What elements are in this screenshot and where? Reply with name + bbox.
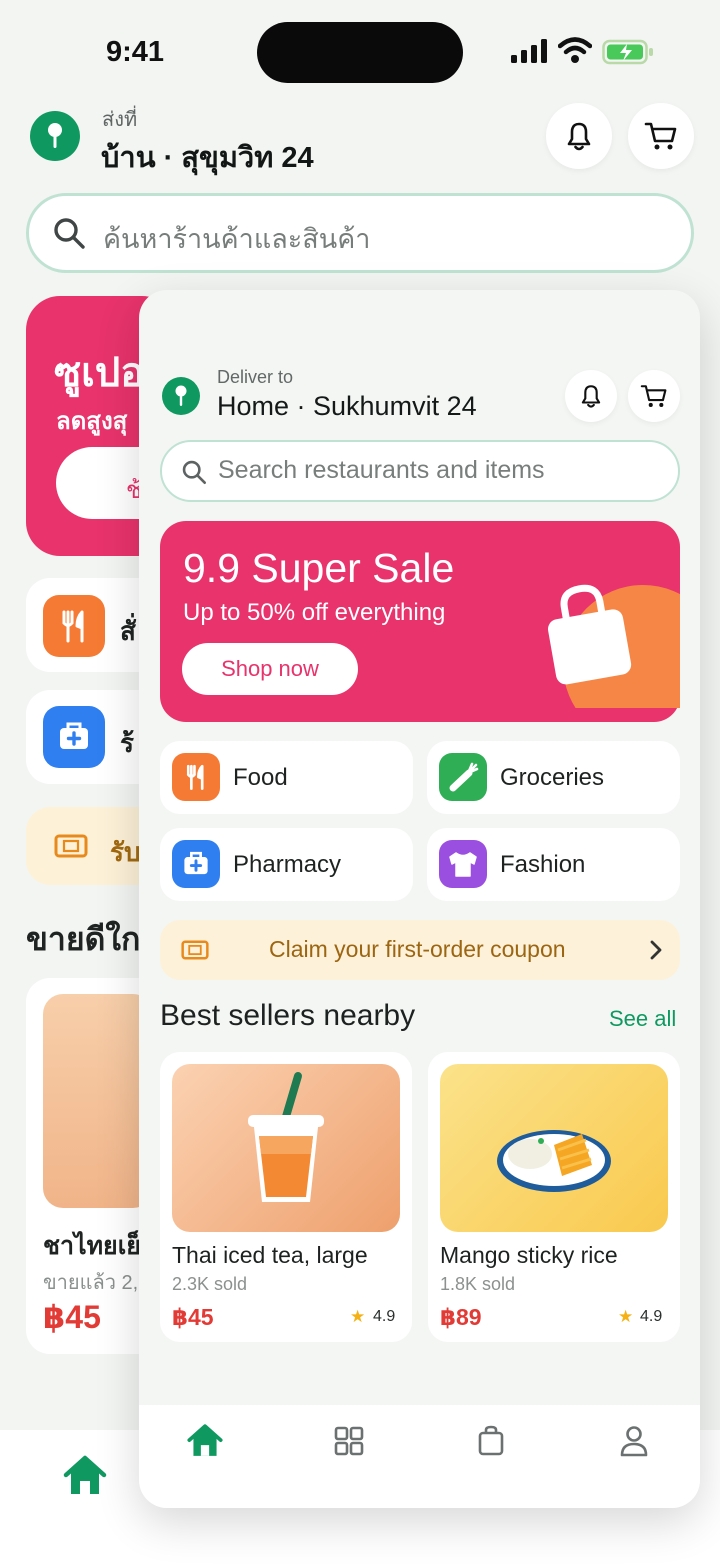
tshirt-icon [439, 840, 487, 888]
dynamic-island [257, 22, 463, 83]
bell-icon [567, 122, 591, 151]
star-icon: ★ [618, 1307, 634, 1326]
product-price: ฿89 [440, 1304, 482, 1330]
ticket-icon [181, 940, 209, 960]
iced-tea-icon [172, 1064, 400, 1232]
product-price: ฿45 [172, 1304, 214, 1330]
chevron-right-icon [650, 940, 662, 960]
carrot-icon [439, 753, 487, 801]
shop-now-button[interactable]: Shop now [182, 643, 358, 695]
category-label: สั่ [120, 616, 136, 646]
search-placeholder: ค้นหาร้านค้าและสินค้า [103, 224, 371, 254]
search-icon [182, 460, 207, 485]
banner-title: ซูเปอ [54, 351, 145, 395]
cart-button[interactable] [628, 103, 694, 169]
wifi-icon [558, 37, 592, 63]
location-pin-icon[interactable] [30, 111, 80, 161]
iced-tea-image [43, 994, 153, 1208]
home-icon[interactable] [62, 1454, 108, 1498]
grid-icon[interactable] [330, 1422, 368, 1460]
section-title: Best sellers nearby [160, 999, 416, 1032]
coupon-text: Claim your first-order coupon [269, 936, 566, 962]
product-name: ชาไทยเย็ [43, 1232, 141, 1260]
product-name: Thai iced tea, large [172, 1242, 368, 1268]
banner-title: 9.9 Super Sale [183, 545, 455, 591]
fork-knife-icon [172, 753, 220, 801]
cellular-signal-icon [511, 39, 547, 63]
search-placeholder: Search restaurants and items [218, 456, 545, 484]
star-icon: ★ [350, 1307, 366, 1326]
bell-icon [581, 385, 601, 408]
see-all-link[interactable]: See all [609, 1006, 676, 1032]
product-sold: 2.3K sold [172, 1274, 248, 1294]
notification-button[interactable] [565, 370, 617, 422]
medkit-icon [43, 706, 105, 768]
cart-icon [644, 122, 677, 150]
notification-button[interactable] [546, 103, 612, 169]
category-label: Pharmacy [233, 851, 342, 878]
deliver-label: ส่งที่ [102, 109, 138, 131]
location-pin-icon[interactable] [162, 377, 200, 415]
product-price: ฿45 [43, 1299, 101, 1335]
cart-icon [640, 385, 667, 407]
ticket-icon [54, 834, 88, 858]
medkit-icon [172, 840, 220, 888]
product-rating: 4.9 [373, 1308, 396, 1325]
category-label: Fashion [500, 851, 586, 878]
category-label: ร้ [120, 728, 134, 758]
product-sold: 1.8K sold [440, 1274, 516, 1294]
product-rating: 4.9 [640, 1308, 663, 1325]
product-name: Mango sticky rice [440, 1242, 618, 1268]
mango-sticky-rice-icon [440, 1064, 668, 1232]
delivery-address[interactable]: บ้าน · สุขุมวิท 24 [101, 134, 314, 180]
deliver-label: Deliver to [217, 367, 294, 387]
bag-icon[interactable] [472, 1422, 510, 1460]
battery-charging-icon [602, 39, 653, 65]
user-icon[interactable] [615, 1422, 653, 1460]
cart-button[interactable] [628, 370, 680, 422]
shopping-bag-icon [547, 584, 632, 685]
section-title: ขายดีใก [26, 921, 141, 957]
product-sold: ขายแล้ว 2, [43, 1272, 139, 1294]
fork-knife-icon [43, 595, 105, 657]
banner-subtitle: ลดสูงสุ [56, 408, 128, 435]
delivery-address[interactable]: Home · Sukhumvit 24 [217, 391, 477, 422]
category-label: Food [233, 764, 288, 791]
banner-subtitle: Up to 50% off everything [183, 599, 446, 626]
home-icon[interactable] [186, 1422, 224, 1460]
category-label: Groceries [500, 764, 605, 791]
search-icon [54, 218, 85, 249]
status-time: 9:41 [106, 36, 165, 68]
coupon-text: รับ [110, 837, 141, 867]
